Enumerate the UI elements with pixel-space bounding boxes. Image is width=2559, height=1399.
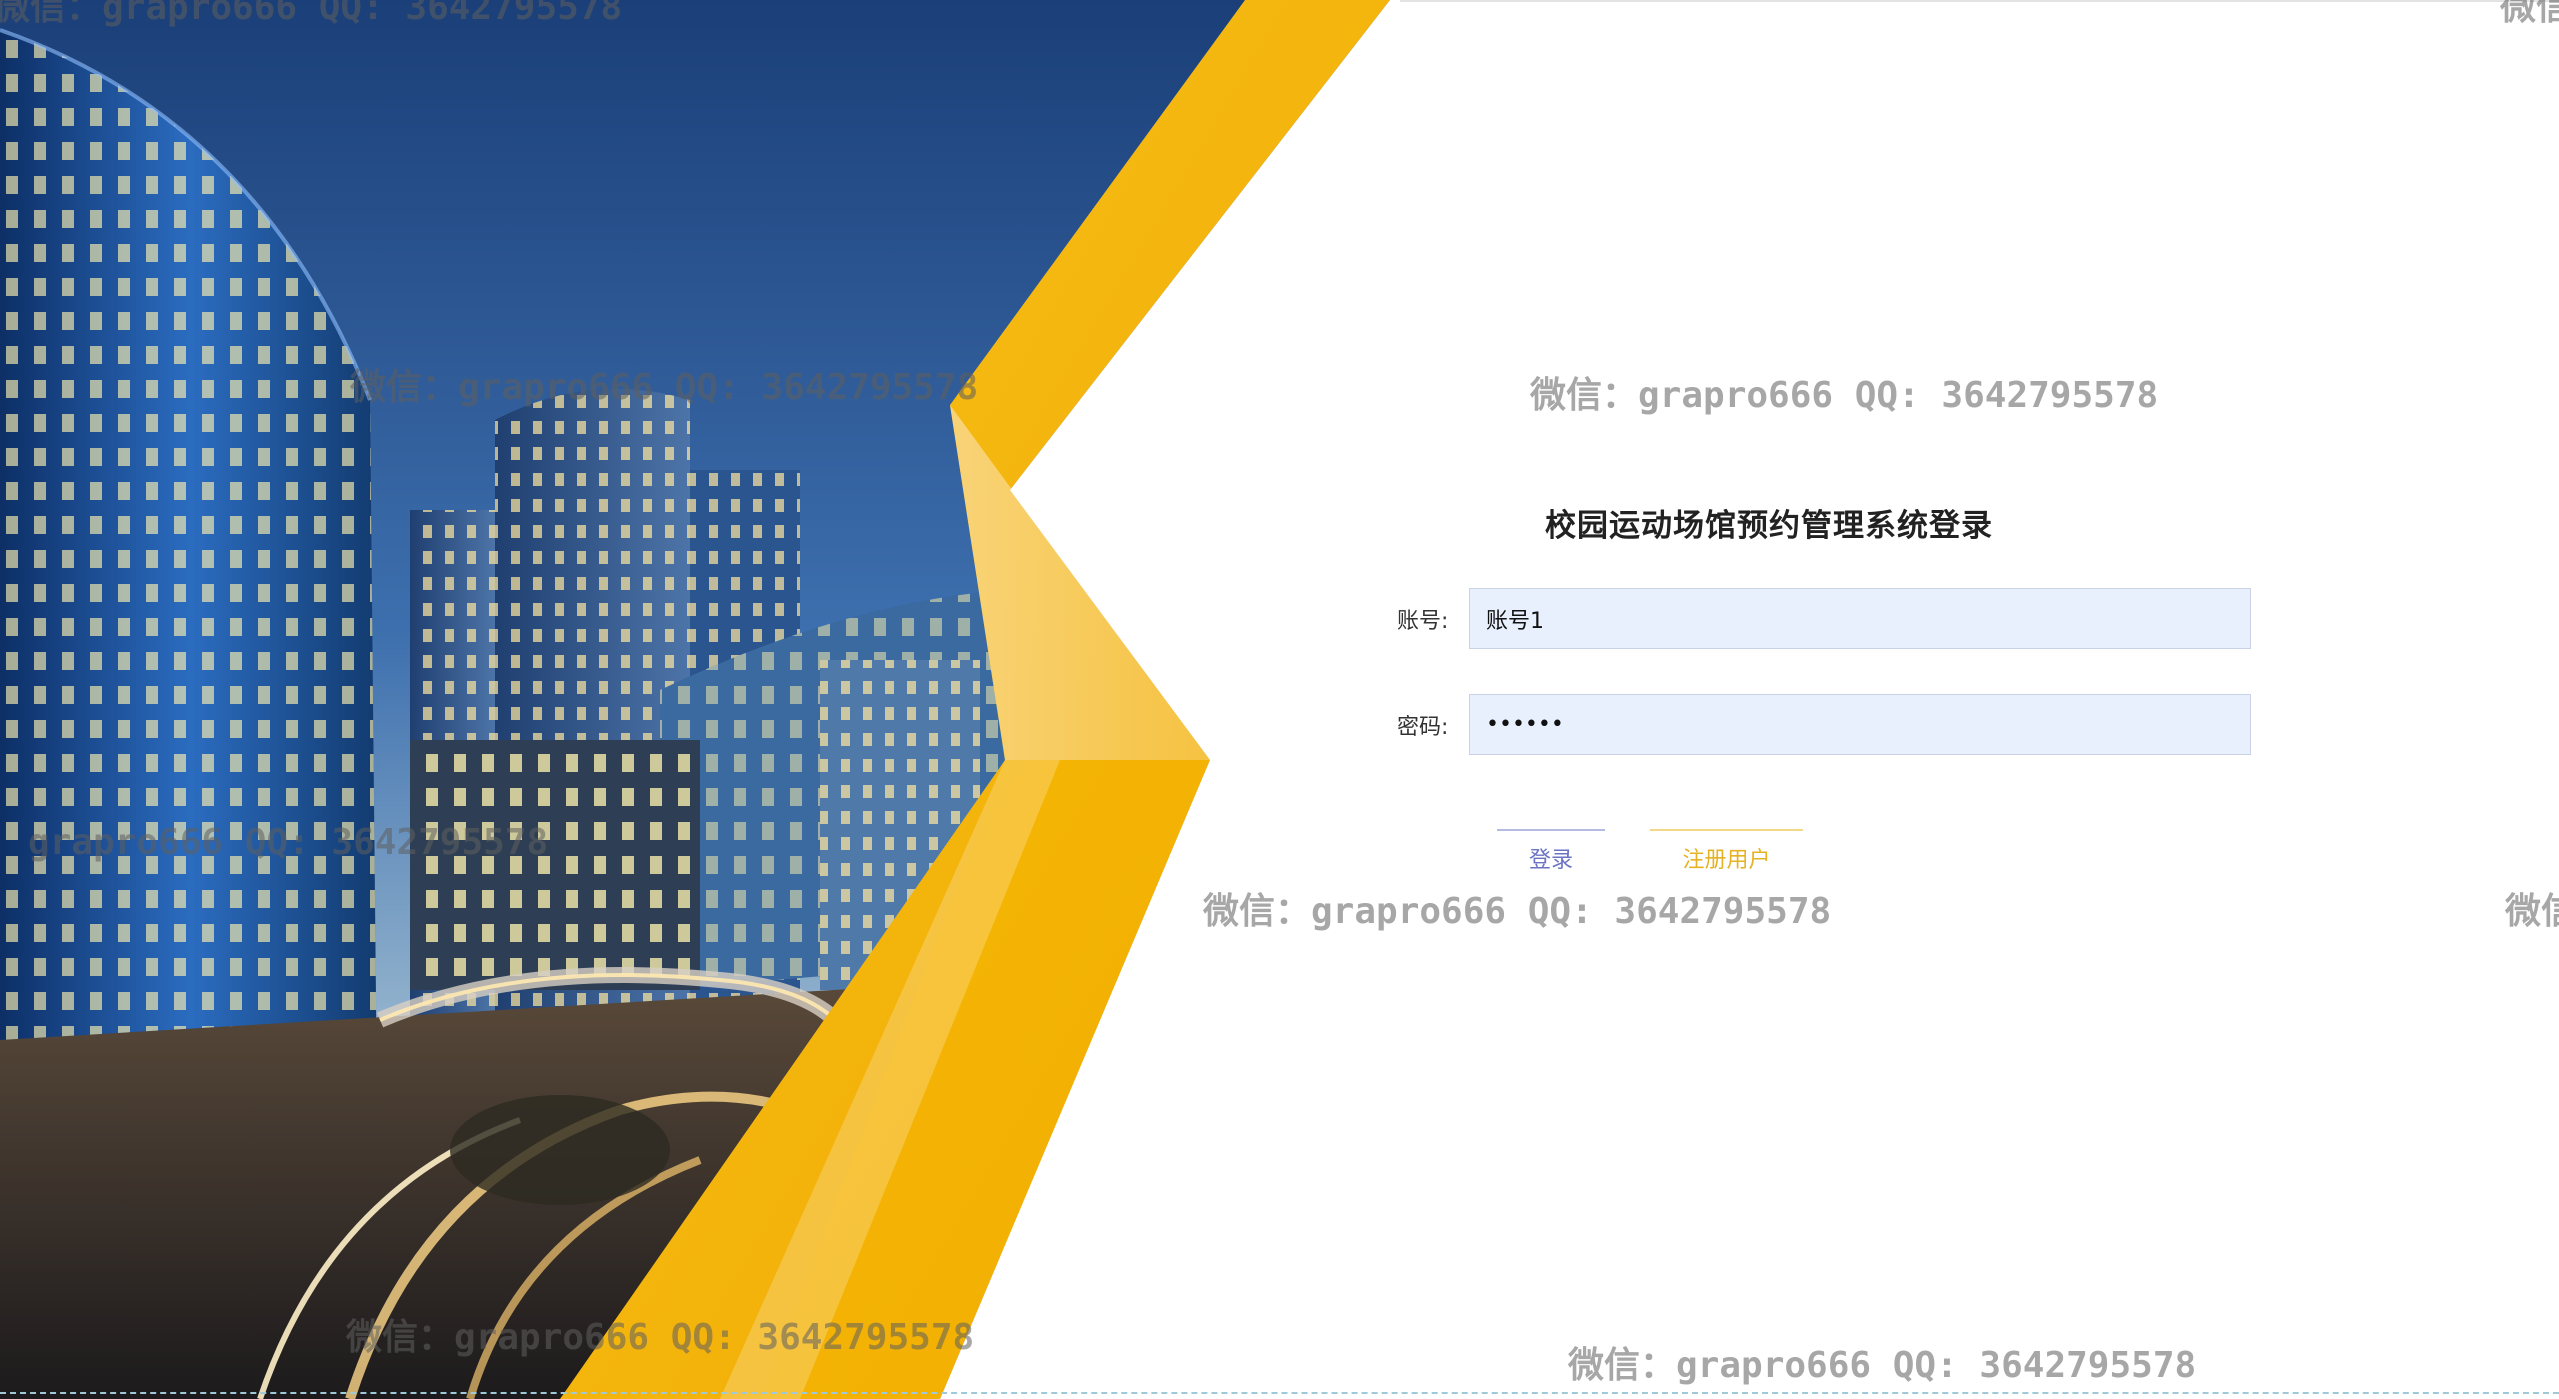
watermark-text: 微信：grapro666 QQ: 3642795578 [1568,1345,2197,1386]
login-button[interactable]: 登录 [1497,829,1605,885]
account-label: 账号: [1397,609,1449,634]
watermark-text: 微信：grapro666 QQ: 3642795578 [1530,375,2159,416]
top-divider [1380,0,2559,2]
watermark-text: 微信 [2500,0,2559,28]
password-label: 密码: [1397,715,1449,740]
login-page: 微信：grapro666 QQ: 3642795578 微信：grapro666… [0,0,2559,1399]
account-input[interactable] [1469,588,2251,649]
bottom-divider [0,1392,2559,1394]
login-title: 校园运动场馆预约管理系统登录 [1545,508,1993,544]
city-hero-illustration [0,0,1400,1399]
register-button[interactable]: 注册用户 [1650,829,1803,885]
watermark-text: 微信 [2505,891,2559,932]
password-input[interactable] [1469,694,2251,755]
